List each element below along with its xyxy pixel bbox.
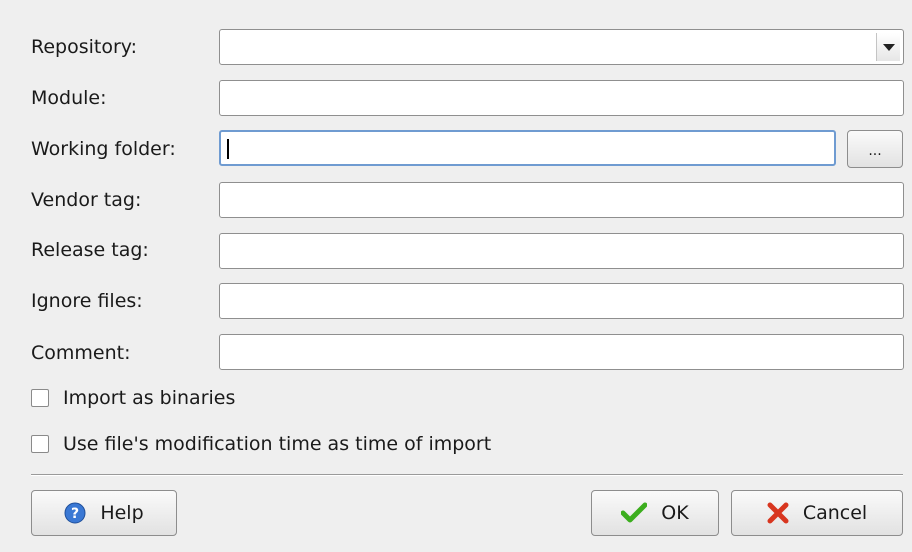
cancel-button-label: Cancel [802,502,868,524]
ok-button-label: OK [661,502,689,524]
help-button-label: Help [100,502,144,524]
release-tag-input[interactable] [219,233,904,269]
comment-label: Comment: [31,342,131,364]
text-caret [227,139,229,159]
modification-time-label[interactable]: Use file's modification time as time of … [63,433,491,455]
ignore-files-label: Ignore files: [31,290,143,312]
help-button[interactable]: ? Help [31,490,177,536]
working-folder-label: Working folder: [31,138,176,160]
modification-time-checkbox[interactable] [31,435,49,453]
browse-button[interactable]: ... [847,130,903,168]
repository-dropdown-button[interactable] [876,33,900,61]
checkmark-icon [621,502,648,524]
ignore-files-input[interactable] [219,283,904,319]
separator [31,474,903,476]
comment-input[interactable] [219,334,904,370]
import-binaries-checkbox[interactable] [31,389,49,407]
help-icon: ? [64,502,86,524]
repository-label: Repository: [31,36,138,58]
release-tag-label: Release tag: [31,239,149,261]
import-binaries-option[interactable]: Import as binaries [31,384,235,412]
ok-button[interactable]: OK [591,490,719,536]
module-input[interactable] [219,80,904,116]
working-folder-input[interactable] [219,130,836,166]
vendor-tag-input[interactable] [219,182,904,218]
module-label: Module: [31,87,107,109]
chevron-down-icon [883,44,895,51]
cancel-x-icon [767,502,789,524]
svg-text:?: ? [71,506,79,522]
vendor-tag-label: Vendor tag: [31,189,142,211]
repository-combobox[interactable] [219,29,904,65]
browse-button-label: ... [868,143,882,159]
modification-time-option[interactable]: Use file's modification time as time of … [31,430,491,458]
cancel-button[interactable]: Cancel [731,490,903,536]
import-binaries-label[interactable]: Import as binaries [63,387,235,409]
